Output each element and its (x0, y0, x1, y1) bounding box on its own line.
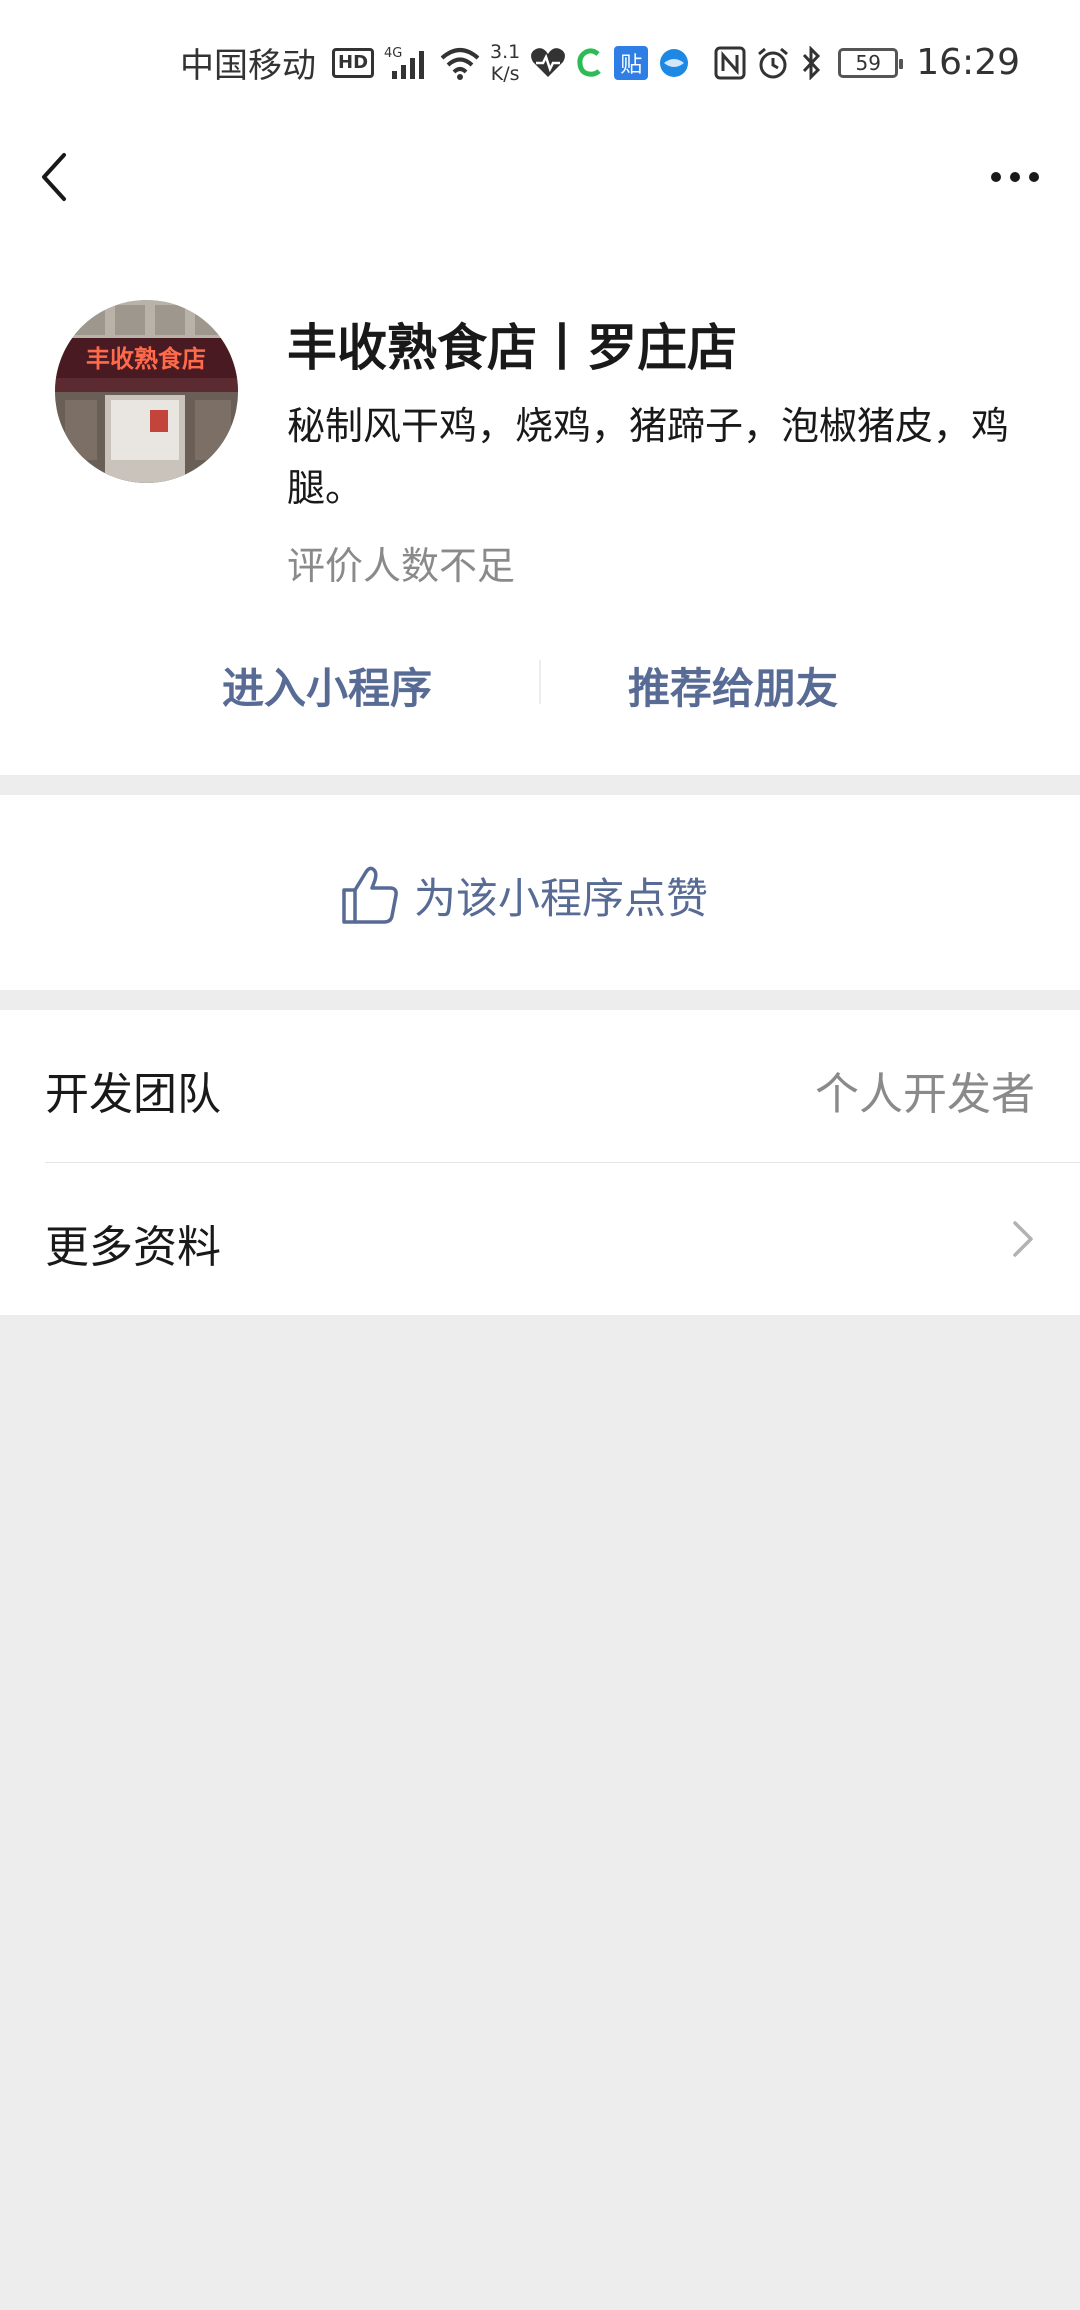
rating-status: 评价人数不足 (287, 544, 516, 588)
network-type: 4G (384, 46, 402, 61)
back-button[interactable] (30, 141, 80, 213)
thumbs-up-icon (342, 866, 398, 924)
nfc-icon (714, 46, 746, 80)
battery-indicator: 59 (838, 47, 904, 78)
chevron-left-icon (42, 153, 66, 201)
profile-card: 丰收熟食店 丰收熟食店丨罗庄店 秘制风干鸡，烧鸡，猪蹄子，泡椒猪皮，鸡腿。 评价… (0, 245, 1080, 775)
more-info-row[interactable]: 更多资料 (0, 1163, 1080, 1315)
network-speed-value: 3.1 (490, 40, 521, 63)
nav-bar (0, 125, 1080, 245)
like-label: 为该小程序点赞 (414, 873, 709, 923)
app-description: 秘制风干鸡，烧鸡，猪蹄子，泡椒猪皮，鸡腿。 (287, 404, 1010, 510)
more-dots-icon (991, 172, 1039, 182)
carrier-name: 中国移动 (180, 46, 317, 86)
status-bar: 中国移动 HD 4G 3.1 K/s 贴 59 16:29 (0, 0, 1080, 125)
tieba-app-icon: 贴 (614, 45, 649, 80)
status-time: 16:29 (916, 42, 1020, 83)
more-info-label: 更多资料 (45, 1222, 221, 1273)
enter-mini-program-button[interactable]: 进入小程序 (222, 655, 432, 716)
storefront-photo: 丰收熟食店 (55, 300, 238, 483)
heart-rate-icon (530, 47, 566, 79)
c-app-icon (576, 46, 604, 80)
hd-icon: HD (332, 47, 375, 78)
action-divider (539, 660, 541, 704)
signal-icon: 4G (384, 45, 430, 81)
dev-team-row: 开发团队 个人开发者 (0, 1010, 1080, 1162)
bluetooth-icon (800, 45, 822, 80)
like-card: 为该小程序点赞 (0, 795, 1080, 990)
info-card: 开发团队 个人开发者 更多资料 (0, 1010, 1080, 1315)
like-button[interactable]: 为该小程序点赞 (340, 860, 708, 930)
wifi-icon (440, 46, 480, 80)
action-row: 进入小程序 推荐给朋友 (0, 645, 1080, 725)
app-name: 丰收熟食店丨罗庄店 (287, 319, 737, 377)
more-button[interactable] (980, 155, 1050, 199)
network-speed-unit: K/s (490, 62, 520, 85)
network-speed: 3.1 K/s (490, 41, 520, 85)
alarm-icon (756, 46, 790, 80)
chevron-right-icon (1013, 1221, 1033, 1257)
recommend-to-friend-button[interactable]: 推荐给朋友 (628, 655, 838, 716)
browser-app-icon (658, 47, 690, 79)
dev-team-label: 开发团队 (45, 1069, 221, 1120)
dev-team-value: 个人开发者 (815, 1069, 1035, 1120)
avatar-sign-text: 丰收熟食店 (86, 344, 206, 373)
avatar: 丰收熟食店 (55, 300, 238, 483)
